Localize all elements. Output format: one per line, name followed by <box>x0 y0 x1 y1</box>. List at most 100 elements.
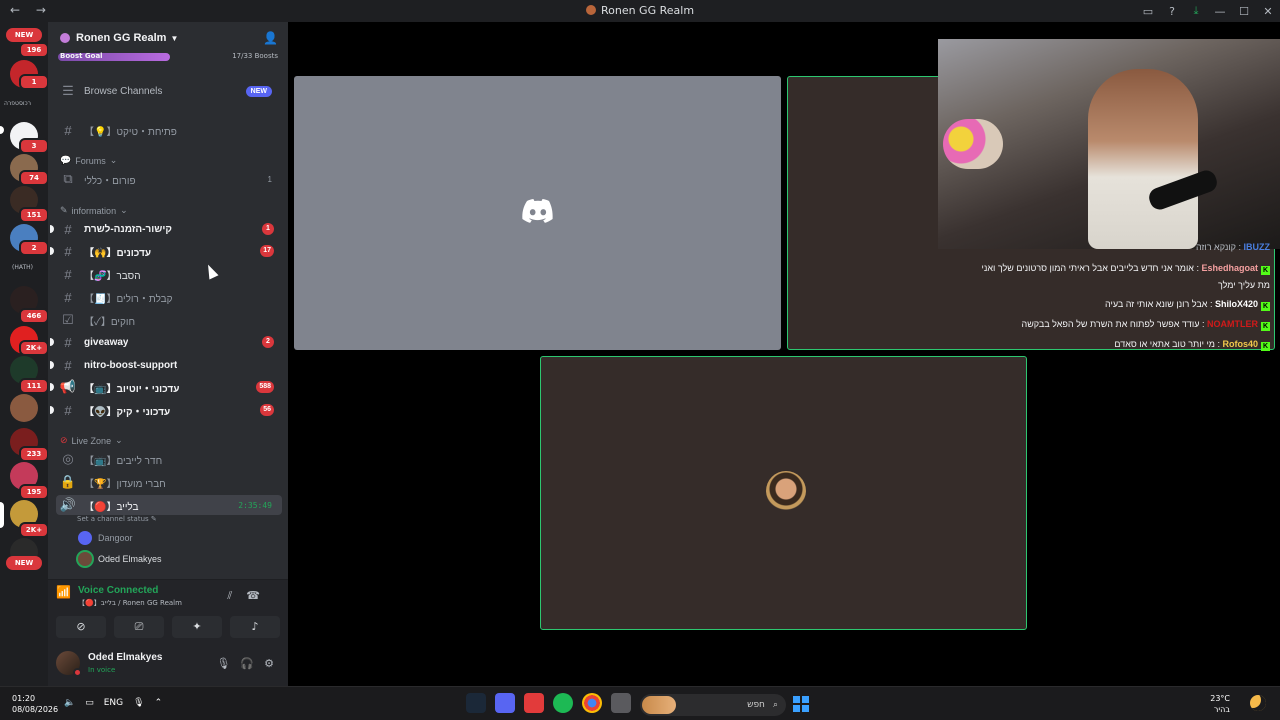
screen-share-button[interactable]: ⎚ <box>114 616 164 638</box>
selected-pill <box>0 502 4 528</box>
activities-button[interactable]: ✦ <box>172 616 222 638</box>
windows-start-icon[interactable] <box>793 696 809 712</box>
server-icon <box>60 33 70 43</box>
badge-count: 195 <box>19 484 49 500</box>
channel-name: 【🏆】חברי מועדון <box>84 478 166 490</box>
channel-giveaway[interactable]: . # giveaway 2 <box>50 332 282 352</box>
window-title-text: Ronen GG Realm <box>600 4 695 17</box>
category-name: Forums <box>75 155 106 166</box>
noise-suppression-icon[interactable]: ⫽ <box>227 589 246 602</box>
voice-user[interactable]: Oded Elmakyes <box>78 550 162 568</box>
user-video-tile[interactable] <box>540 356 1027 630</box>
category-live-zone[interactable]: ⊘ Live Zone ⌄ <box>60 435 123 446</box>
unread-indicator: . <box>50 225 54 233</box>
avatar[interactable] <box>56 651 82 677</box>
file-explorer-icon[interactable] <box>611 693 631 713</box>
unread-indicator: . <box>50 247 54 255</box>
channel-ticket[interactable]: # 【💡】פתיחת・טיקט <box>56 120 282 140</box>
network-icon[interactable]: ▭ <box>85 698 94 708</box>
channel-live-voice[interactable]: 🔊 【🔴】בלייב 2:35:49 <box>56 495 282 515</box>
server-header[interactable]: Ronen GG Realm ▼ 👤 <box>48 22 288 54</box>
forum-icon: ⧉ <box>63 171 73 186</box>
microphone-icon[interactable]: 🎙 <box>133 698 144 708</box>
channel-name: 【👽】עדכוני・קיק <box>84 406 171 418</box>
close-icon[interactable]: ✕ <box>1256 5 1280 18</box>
inbox-icon[interactable]: ▭ <box>1136 5 1160 18</box>
user-name[interactable]: Oded Elmakyes <box>88 652 162 663</box>
voice-user-name: Oded Elmakyes <box>98 554 162 564</box>
channel-kick-updates[interactable]: . # 【👽】עדכוני・קיק 56 <box>50 400 282 420</box>
badge-count: 2K+ <box>19 340 49 356</box>
channel-name: 【🧬】הסבר <box>84 270 141 282</box>
chrome-app-icon[interactable] <box>582 693 602 713</box>
browse-channels[interactable]: ☰ Browse Channels NEW <box>56 81 282 101</box>
chat-user: ShiloX420 <box>1214 299 1258 309</box>
voice-user[interactable]: Dangoor <box>78 529 133 547</box>
boost-label: Boost Goal <box>60 52 103 60</box>
chat-message: KEshedhagoat : אומר אני חדש בלייבים אבל … <box>981 263 1270 275</box>
microphone-icon[interactable]: 🎙 <box>216 657 230 670</box>
badge-count: 196 <box>19 42 49 58</box>
channel-updates[interactable]: . # 【🙌】עדכונים 17 <box>50 241 282 261</box>
channel-live-rooms[interactable]: ◎ 【📺】חדר לייבים <box>56 449 282 469</box>
voice-status[interactable]: Voice Connected <box>78 585 182 596</box>
hash-icon: # <box>64 334 72 350</box>
discord-logo-icon <box>522 199 553 223</box>
gear-icon[interactable]: ⚙ <box>264 657 274 670</box>
badge-count: 3 <box>19 138 49 154</box>
webcam-overlay <box>938 39 1280 249</box>
spotify-app-icon[interactable] <box>553 693 573 713</box>
chat-message: KShiloX420 : אבל רונן שונא אותי זה בעיה <box>1104 299 1270 311</box>
download-icon[interactable]: ⤓ <box>1184 4 1208 18</box>
weather-widget[interactable]: 23°C בהיר <box>1210 693 1230 715</box>
chat-user: Eshedhagoat <box>1201 263 1258 273</box>
disconnect-icon[interactable]: ☎ <box>246 589 274 602</box>
kick-icon: K <box>1261 302 1270 311</box>
chevron-down-icon: ⌄ <box>120 205 128 215</box>
camera-off-button[interactable]: ⊘ <box>56 616 106 638</box>
megaphone-icon: 📢 <box>59 379 77 394</box>
headphones-icon[interactable]: 🎧 <box>240 657 254 670</box>
category-information[interactable]: ✎ information ⌄ <box>60 205 128 216</box>
minimize-icon[interactable]: — <box>1208 5 1232 18</box>
chat-text: מת עליך ימלך <box>1217 280 1270 290</box>
speaker-icon: 🔊 <box>59 497 77 512</box>
unread-indicator: . <box>50 338 54 346</box>
chat-bubble-icon: 💬 <box>60 155 72 165</box>
channel-explain[interactable]: # 【🧬】הסבר <box>56 264 282 284</box>
steam-app-icon[interactable] <box>466 693 486 713</box>
voice-stage: IBUZZ : קונקא רוזה KEshedhagoat : אומר א… <box>288 22 1280 686</box>
channel-youtube-updates[interactable]: . 📢 【📺】עדכוני・יוטיוב 588 <box>50 377 282 397</box>
channel-roles[interactable]: # 【🧾】קבלת・רולים <box>56 287 282 307</box>
channel-name: 【🧾】קבלת・רולים <box>84 293 173 305</box>
voice-user-name: Dangoor <box>98 533 133 543</box>
clock[interactable]: 01:20 08/08/2026 <box>12 693 58 715</box>
chevron-up-icon[interactable]: ⌃ <box>155 698 163 708</box>
soundboard-button[interactable]: ♪ <box>230 616 280 638</box>
channel-invite-link[interactable]: . # קישור-הזמנה-לשרת 1 <box>50 219 282 239</box>
help-icon[interactable]: ? <box>1160 5 1184 18</box>
invite-icon[interactable]: 👤 <box>263 31 278 45</box>
app-icon[interactable] <box>524 693 544 713</box>
badge-count: 2K+ <box>19 522 49 538</box>
channel-forum[interactable]: ⧉ פורום・כללי 1 <box>56 169 282 189</box>
video-tile[interactable] <box>294 76 781 350</box>
server-icon[interactable] <box>10 394 38 422</box>
unread-indicator: . <box>50 383 54 391</box>
language-indicator[interactable]: ENG <box>104 698 123 708</box>
boost-goal-bar[interactable]: Boost Goal 17/33 Boosts <box>56 51 280 61</box>
channel-nitro-boost-support[interactable]: . # nitro-boost-support <box>50 355 282 375</box>
weather-condition: בהיר <box>1213 705 1230 714</box>
channel-status[interactable]: Set a channel status ✎ <box>77 515 157 523</box>
taskbar-search[interactable]: חפש ⌕ <box>640 694 786 716</box>
volume-icon[interactable]: 🔈 <box>64 698 75 708</box>
category-name: Live Zone <box>71 435 112 446</box>
status-indicator <box>73 668 82 677</box>
channel-club-members[interactable]: 🔒 【🏆】חברי מועדון <box>56 472 282 492</box>
channel-rules[interactable]: ☑ 【✓】חוקים <box>56 310 282 330</box>
category-forums[interactable]: 💬 Forums ⌄ <box>60 155 117 166</box>
avatar <box>78 552 92 566</box>
stage-icon: ◎ <box>62 451 74 466</box>
discord-app-icon[interactable] <box>495 693 515 713</box>
maximize-icon[interactable]: ☐ <box>1232 5 1256 18</box>
